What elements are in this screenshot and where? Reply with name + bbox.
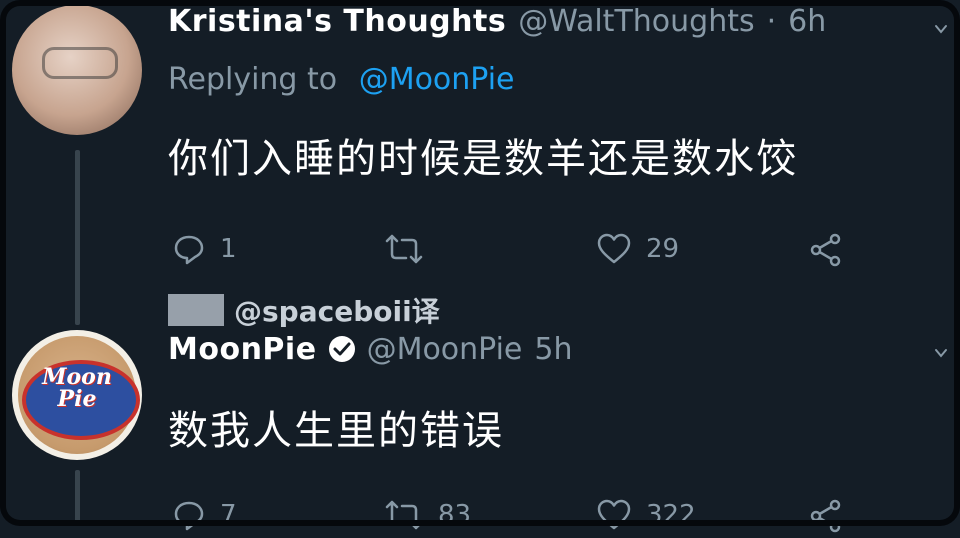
tweet-header: Kristina's Thoughts @WaltThoughts · 6h xyxy=(168,4,826,39)
reply-count: 1 xyxy=(220,234,237,264)
tweet-actions: 1 29 xyxy=(172,232,852,272)
like-button[interactable]: 29 xyxy=(596,232,679,266)
share-icon xyxy=(810,499,841,533)
watermark-text: @spaceboii译 xyxy=(234,295,440,328)
separator-dot: · xyxy=(766,4,777,39)
tweet-text: 数我人生里的错误 xyxy=(168,408,504,454)
retweet-button[interactable] xyxy=(384,232,438,266)
timestamp[interactable]: 6h xyxy=(788,4,826,39)
avatar-glasses-shape xyxy=(42,47,118,79)
chevron-down-icon[interactable] xyxy=(934,22,948,36)
replying-label: Replying to xyxy=(168,62,338,97)
display-name[interactable]: MoonPie xyxy=(168,332,317,367)
timestamp[interactable]: 5h xyxy=(534,332,572,367)
reply-button[interactable]: 1 xyxy=(172,232,237,266)
like-count: 29 xyxy=(646,234,680,264)
thread-line xyxy=(75,150,80,325)
user-handle[interactable]: @WaltThoughts xyxy=(518,4,754,39)
user-handle[interactable]: @MoonPie xyxy=(367,332,523,367)
reply-icon xyxy=(174,235,204,265)
replying-to: Replying to @MoonPie xyxy=(168,62,515,97)
tweet-text: 你们入睡的时候是数羊还是数水饺 xyxy=(168,136,798,182)
watermark-logo xyxy=(168,294,224,326)
logo-word-1: Moon xyxy=(42,364,112,390)
display-name[interactable]: Kristina's Thoughts xyxy=(168,4,506,39)
translator-watermark: @spaceboii译 xyxy=(168,290,440,330)
verified-badge-icon xyxy=(328,336,355,362)
retweet-icon xyxy=(385,234,423,264)
tweet-actions: 7 83 322 xyxy=(172,498,852,538)
avatar[interactable] xyxy=(12,5,142,135)
share-button[interactable] xyxy=(808,232,844,268)
logo-word-2: Pie xyxy=(57,386,97,412)
retweet-button[interactable]: 83 xyxy=(384,498,471,532)
thread-line xyxy=(75,470,80,526)
avatar-logo-text: Moon Pie xyxy=(22,366,132,410)
heart-icon xyxy=(597,233,631,264)
share-button[interactable] xyxy=(808,498,844,534)
chevron-down-icon[interactable] xyxy=(934,346,948,360)
like-button[interactable]: 322 xyxy=(596,498,696,532)
retweet-icon xyxy=(385,500,423,530)
reply-button[interactable]: 7 xyxy=(172,498,237,532)
replying-mention-link[interactable]: @MoonPie xyxy=(359,62,515,97)
share-icon xyxy=(810,233,841,267)
tweet-header: MoonPie @MoonPie 5h xyxy=(168,332,573,367)
heart-icon xyxy=(597,499,631,530)
reply-icon xyxy=(174,501,204,531)
avatar[interactable]: Moon Pie xyxy=(12,330,142,460)
